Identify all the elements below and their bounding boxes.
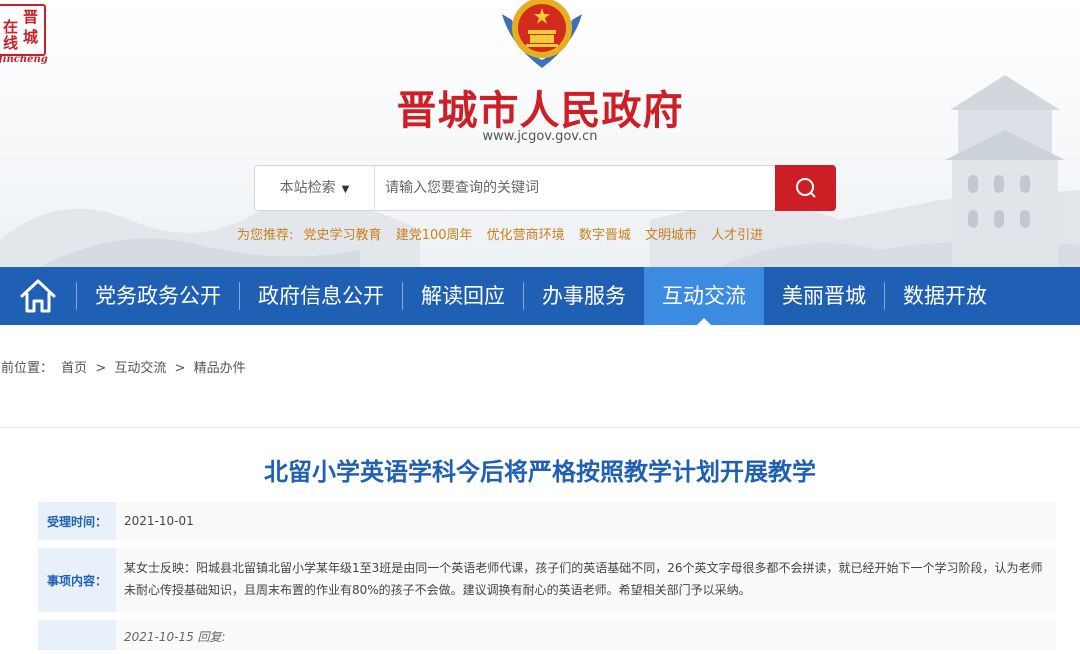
- nav-item-shuju[interactable]: 数据开放: [885, 267, 1005, 325]
- breadcrumb-separator: >: [95, 361, 107, 376]
- national-emblem-icon: [502, 0, 582, 68]
- logo-seal: 晋 在 城 线: [0, 4, 46, 56]
- nav-item-dangwu[interactable]: 党务政务公开: [77, 267, 239, 325]
- accept-time-value: 2021-10-01: [116, 502, 1056, 540]
- nav-item-meili[interactable]: 美丽晋城: [764, 267, 884, 325]
- recommend-link[interactable]: 建党100周年: [396, 228, 473, 243]
- nav-item-jiedu[interactable]: 解读回应: [403, 267, 523, 325]
- breadcrumb-prefix: 当前位置：: [0, 361, 54, 376]
- search-bar: 本站检索 ▼: [254, 165, 836, 211]
- breadcrumb-interaction[interactable]: 互动交流: [114, 361, 166, 376]
- content-value: 某女士反映：阳城县北留镇北留小学某年级1至3班是由同一个英语老师代课，孩子们的英…: [116, 548, 1056, 612]
- caret-down-icon: ▼: [341, 184, 350, 195]
- recommend-link[interactable]: 党史学习教育: [304, 228, 382, 243]
- accept-time-label: 受理时间：: [38, 502, 116, 540]
- reply-row: 2021-10-15 回复:: [38, 620, 1056, 650]
- site-header: 晋 在 城 线 Jincheng 晋城市人民政府 www.jcgov.gov.c…: [0, 0, 1080, 267]
- recommend-link[interactable]: 数字晋城: [579, 228, 631, 243]
- site-logo[interactable]: 晋 在 城 线 Jincheng: [0, 4, 48, 68]
- accept-time-row: 受理时间： 2021-10-01: [38, 502, 1056, 540]
- reply-value: 2021-10-15 回复:: [116, 620, 1056, 650]
- nav-item-banshi[interactable]: 办事服务: [524, 267, 644, 325]
- breadcrumb: 当前位置： 首页 > 互动交流 > 精品办件: [0, 357, 250, 376]
- search-button[interactable]: [775, 165, 836, 211]
- breadcrumb-separator: >: [174, 361, 186, 376]
- breadcrumb-current[interactable]: 精品办件: [194, 361, 246, 376]
- recommend-link[interactable]: 人才引进: [711, 228, 763, 243]
- logo-english: Jincheng: [0, 54, 48, 65]
- nav-item-xinxi[interactable]: 政府信息公开: [240, 267, 402, 325]
- content-row: 事项内容： 某女士反映：阳城县北留镇北留小学某年级1至3班是由同一个英语老师代课…: [38, 548, 1056, 612]
- nav-home[interactable]: [0, 267, 76, 325]
- breadcrumb-home[interactable]: 首页: [61, 361, 87, 376]
- recommend-label: 为您推荐:: [237, 228, 294, 243]
- site-title[interactable]: 晋城市人民政府: [0, 78, 1080, 136]
- recommend-links: 为您推荐: 党史学习教育 建党100周年 优化营商环境 数字晋城 文明城市 人才…: [237, 224, 773, 243]
- home-icon: [20, 279, 56, 313]
- reply-label: [38, 620, 116, 650]
- recommend-link[interactable]: 优化营商环境: [487, 228, 565, 243]
- nav-item-hudong[interactable]: 互动交流: [644, 267, 764, 325]
- search-input[interactable]: [385, 166, 765, 210]
- nav-items: 党务政务公开 政府信息公开 解读回应 办事服务 互动交流 美丽晋城 数据开放: [76, 267, 1005, 325]
- article-title: 北留小学英语学科今后将严格按照教学计划开展教学: [264, 458, 816, 486]
- recommend-link[interactable]: 文明城市: [645, 228, 697, 243]
- search-scope-label: 本站检索: [279, 180, 336, 196]
- section-divider: [0, 427, 1080, 428]
- main-nav: 党务政务公开 政府信息公开 解读回应 办事服务 互动交流 美丽晋城 数据开放: [0, 267, 1080, 325]
- content-label: 事项内容：: [38, 548, 116, 612]
- search-scope-select[interactable]: 本站检索 ▼: [255, 166, 375, 210]
- search-icon: [796, 178, 816, 198]
- site-url: www.jcgov.gov.cn: [482, 129, 598, 144]
